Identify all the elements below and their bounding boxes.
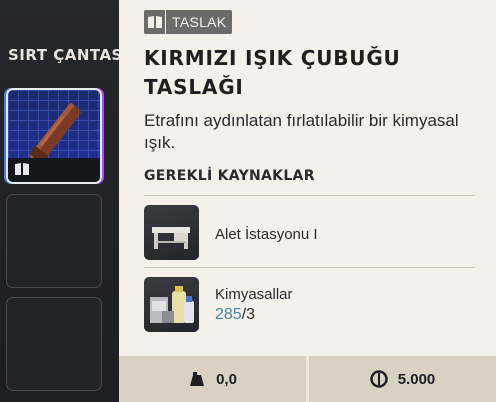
workbench-icon — [144, 205, 199, 260]
divider — [144, 267, 475, 268]
chemicals-icon — [144, 277, 199, 332]
blueprint-tag: TASLAK — [144, 10, 233, 34]
item-title: KIRMIZI IŞIK ÇUBUĞU TASLAĞI — [144, 46, 401, 99]
item-stats-footer: 0,0 5.000 — [119, 356, 496, 402]
tag-label: TASLAK — [172, 14, 227, 30]
coin-icon — [369, 370, 388, 388]
requirement-name: Kimyasallar — [215, 286, 293, 303]
weight-icon — [190, 372, 205, 386]
backpack-title: SIRT ÇANTASI — [8, 46, 129, 64]
requirement-count: 285/3 — [215, 306, 255, 324]
requirement-need: /3 — [241, 306, 256, 323]
requirement-name: Alet İstasyonu I — [215, 226, 318, 243]
item-description: Etrafını aydınlatan fırlatılabilir bir k… — [144, 111, 459, 152]
backpack-panel: SIRT ÇANTASI — [0, 0, 130, 402]
divider — [144, 195, 475, 196]
inventory-slot-empty[interactable] — [6, 297, 102, 391]
weight-value: 0,0 — [216, 370, 237, 388]
inventory-slot-selected[interactable] — [6, 88, 102, 184]
value-amount: 5.000 — [397, 370, 436, 388]
requirements-title: GEREKLİ KAYNAKLAR — [144, 168, 315, 184]
value-stat: 5.000 — [309, 356, 496, 402]
blueprint-book-icon — [144, 10, 166, 34]
inventory-slot-empty[interactable] — [6, 194, 102, 288]
requirement-have: 285 — [215, 306, 242, 323]
weight-stat: 0,0 — [119, 356, 306, 402]
blueprint-book-icon — [15, 163, 29, 175]
